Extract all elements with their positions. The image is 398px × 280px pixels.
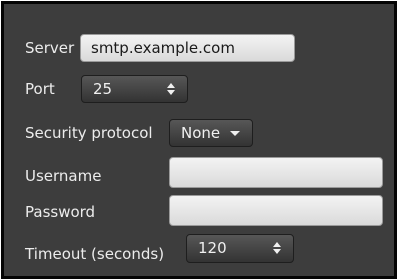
security-protocol-label: Security protocol xyxy=(25,124,153,142)
password-input[interactable] xyxy=(169,195,383,226)
security-protocol-value: None xyxy=(181,124,221,142)
port-value: 25 xyxy=(93,80,113,98)
server-input[interactable]: smtp.example.com xyxy=(80,34,295,62)
settings-form: Server smtp.example.com Port 25 Security… xyxy=(4,4,394,276)
password-label: Password xyxy=(25,203,96,221)
timeout-label: Timeout (seconds) xyxy=(25,245,165,263)
port-label: Port xyxy=(25,80,55,98)
dropdown-caret-icon xyxy=(230,131,240,136)
server-label: Server xyxy=(25,39,75,57)
port-spinbox[interactable]: 25 xyxy=(81,75,188,103)
timeout-value: 120 xyxy=(198,239,227,257)
security-protocol-dropdown[interactable]: None xyxy=(169,119,253,147)
email-settings-panel: Server smtp.example.com Port 25 Security… xyxy=(1,1,397,279)
up-down-arrows-icon[interactable] xyxy=(273,242,281,254)
username-label: Username xyxy=(25,167,102,185)
up-down-arrows-icon[interactable] xyxy=(167,83,175,95)
username-input[interactable] xyxy=(169,157,383,188)
timeout-spinbox[interactable]: 120 xyxy=(186,234,294,263)
